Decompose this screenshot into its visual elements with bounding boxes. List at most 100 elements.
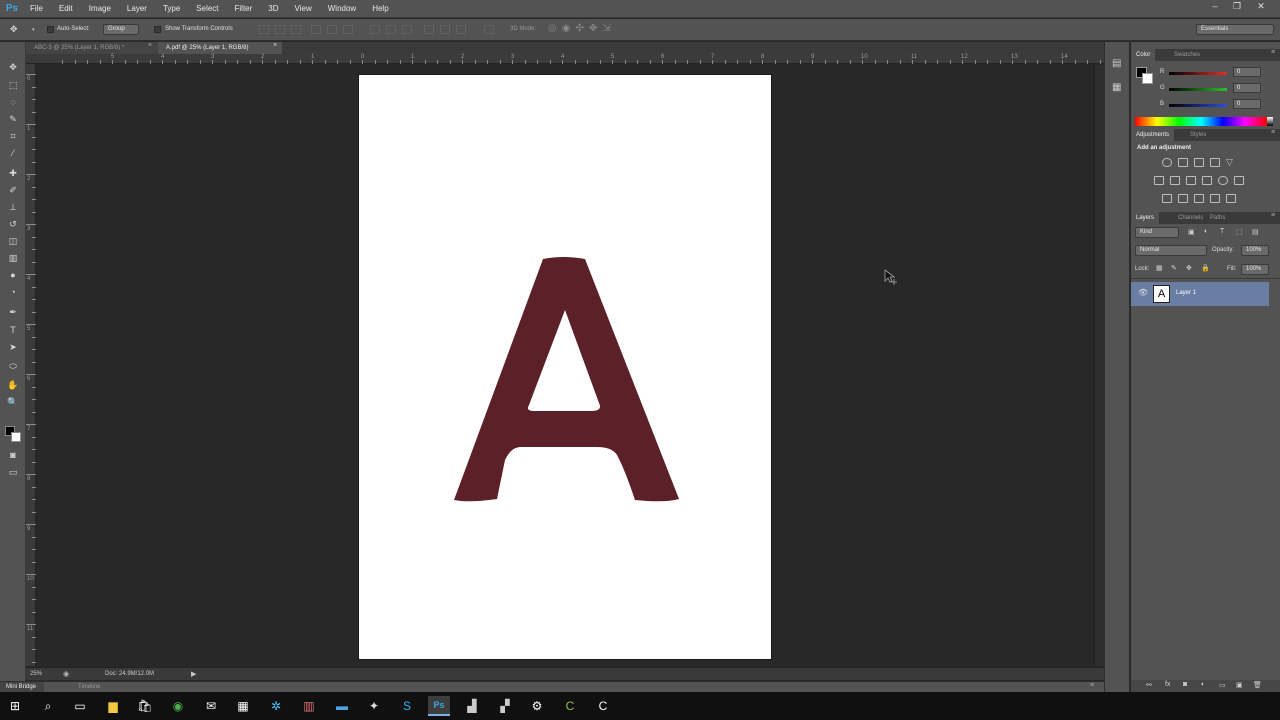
channel-mixer-icon[interactable] — [1218, 176, 1228, 185]
zoom-tool-icon[interactable]: 🔍 — [5, 395, 21, 409]
menu-file[interactable]: File — [24, 0, 51, 18]
align-bottom-icon[interactable] — [291, 25, 301, 34]
black-white-icon[interactable] — [1186, 176, 1196, 185]
lasso-tool-icon[interactable]: ◌ — [5, 95, 21, 109]
filter-pixel-icon[interactable]: ▣ — [1188, 228, 1195, 236]
history-brush-tool-icon[interactable]: ↺ — [5, 217, 21, 231]
move-tool-icon[interactable]: ✥ — [10, 24, 18, 35]
color-lookup-icon[interactable] — [1234, 176, 1244, 185]
eye-visibility-icon[interactable]: 👁 — [1138, 288, 1148, 297]
properties-panel-icon[interactable]: ▦ — [1112, 82, 1121, 93]
green-slider[interactable] — [1169, 88, 1227, 91]
eraser-tool-icon[interactable]: ◫ — [5, 234, 21, 248]
distribute-top-icon[interactable] — [370, 25, 380, 34]
tab-a-pdf[interactable]: A.pdf @ 25% (Layer 1, RGB/8) — [158, 42, 282, 54]
lock-position-icon[interactable]: ✥ — [1186, 264, 1192, 272]
tool-preset-chevron-icon[interactable]: ▾ — [32, 27, 35, 33]
clone-stamp-tool-icon[interactable]: ⊥ — [5, 200, 21, 214]
maximize-button[interactable]: ❐ — [1226, 0, 1248, 12]
blend-mode-dropdown[interactable]: Normal — [1135, 245, 1207, 256]
brightness-icon[interactable] — [1162, 158, 1172, 167]
filter-smart-object-icon[interactable]: ▤ — [1252, 228, 1259, 236]
type-tool-icon[interactable]: T — [5, 323, 21, 337]
blue-value[interactable]: 0 — [1233, 99, 1261, 109]
tab-color[interactable]: Color — [1131, 49, 1156, 61]
vertical-scrollbar[interactable] — [1094, 65, 1104, 666]
screen-mode-icon[interactable]: ▭ — [5, 465, 21, 479]
link-layers-icon[interactable]: ⚯ — [1146, 681, 1152, 689]
tab-paths[interactable]: Paths — [1205, 212, 1230, 224]
red-value[interactable]: 0 — [1233, 67, 1261, 77]
tab-swatches[interactable]: Swatches — [1169, 49, 1205, 61]
menu-help[interactable]: Help — [364, 0, 396, 18]
dodge-tool-icon[interactable]: ◔ — [5, 285, 21, 299]
marquee-tool-icon[interactable]: ⬚ — [5, 78, 21, 92]
curves-icon[interactable] — [1194, 158, 1204, 167]
zoom-level[interactable]: 25% — [30, 671, 42, 677]
hue-saturation-icon[interactable] — [1154, 176, 1164, 185]
posterize-icon[interactable] — [1178, 194, 1188, 203]
crop-tool-icon[interactable]: ⌗ — [5, 129, 21, 143]
panel-menu-icon[interactable]: ≡ — [1271, 49, 1275, 56]
menu-image[interactable]: Image — [81, 0, 119, 18]
mail-icon[interactable]: ✉ — [200, 696, 222, 716]
photo-filter-icon[interactable] — [1202, 176, 1212, 185]
exposure-icon[interactable] — [1210, 158, 1220, 167]
color-spectrum-bar[interactable] — [1135, 117, 1267, 126]
path-selection-tool-icon[interactable]: ➤ — [5, 340, 21, 354]
levels-icon[interactable] — [1178, 158, 1188, 167]
app-icon[interactable]: ✲ — [265, 696, 287, 716]
tab-timeline[interactable]: Timeline — [78, 682, 100, 692]
app6-icon[interactable]: ▞ — [494, 696, 516, 716]
distribute-bottom-icon[interactable] — [402, 25, 412, 34]
new-group-icon[interactable]: ▭ — [1219, 681, 1226, 689]
layer-mask-icon[interactable]: ◙ — [1183, 681, 1187, 688]
distribute-left-icon[interactable] — [424, 25, 434, 34]
lock-transparency-icon[interactable]: ▦ — [1156, 264, 1163, 272]
fill-input[interactable]: 100% — [1241, 264, 1269, 275]
3d-mode-icons[interactable]: ◎◉✣✥⇲ — [548, 23, 616, 34]
tab-styles[interactable]: Styles — [1185, 129, 1211, 141]
auto-align-icon[interactable] — [484, 25, 494, 34]
app4-icon[interactable]: ✦ — [363, 696, 385, 716]
minimize-button[interactable]: – — [1204, 0, 1226, 12]
hand-tool-icon[interactable]: ✋ — [5, 378, 21, 392]
app7-icon[interactable]: C — [559, 696, 581, 716]
healing-brush-tool-icon[interactable]: ✚ — [5, 166, 21, 180]
selective-color-icon[interactable] — [1226, 194, 1236, 203]
tab-channels[interactable]: Channels — [1173, 212, 1208, 224]
background-color-swatch[interactable] — [11, 432, 21, 442]
distribute-hcenter-icon[interactable] — [440, 25, 450, 34]
filter-type-icon[interactable]: T — [1220, 228, 1224, 235]
blue-slider[interactable] — [1169, 104, 1227, 107]
new-layer-icon[interactable]: ▣ — [1236, 681, 1243, 689]
menu-filter[interactable]: Filter — [227, 0, 261, 18]
move-tool-icon[interactable]: ✥ — [5, 60, 21, 74]
tab-mini-bridge[interactable]: Mini Bridge — [0, 682, 44, 692]
app2-icon[interactable]: ▥ — [298, 696, 320, 716]
document-canvas[interactable] — [358, 74, 772, 660]
store-icon[interactable]: 🛍 — [134, 696, 156, 716]
menu-layer[interactable]: Layer — [119, 0, 155, 18]
red-slider[interactable] — [1169, 72, 1227, 75]
status-menu-arrow-icon[interactable]: ▶ — [191, 670, 196, 678]
distribute-vcenter-icon[interactable] — [386, 25, 396, 34]
brush-tool-icon[interactable]: ✐ — [5, 183, 21, 197]
close-button[interactable]: ✕ — [1250, 0, 1272, 12]
shape-tool-icon[interactable]: ⬭ — [5, 359, 21, 373]
app8-icon[interactable]: C — [592, 696, 614, 716]
eyedropper-tool-icon[interactable]: ⁄ — [5, 146, 21, 160]
app3-icon[interactable]: ▬ — [331, 696, 353, 716]
layer-row[interactable]: 👁 A Layer 1 — [1131, 282, 1269, 306]
task-view-icon[interactable]: ▭ — [69, 696, 91, 716]
filter-adjustment-icon[interactable]: ◐ — [1204, 228, 1208, 235]
align-right-icon[interactable] — [343, 25, 353, 34]
menu-edit[interactable]: Edit — [51, 0, 81, 18]
lock-all-icon[interactable]: 🔒 — [1201, 264, 1210, 272]
transform-controls-checkbox[interactable] — [154, 26, 161, 33]
menu-type[interactable]: Type — [155, 0, 188, 18]
auto-select-checkbox[interactable] — [47, 26, 54, 33]
threshold-icon[interactable] — [1194, 194, 1204, 203]
green-value[interactable]: 0 — [1233, 83, 1261, 93]
letter-a-artwork[interactable] — [359, 75, 773, 661]
